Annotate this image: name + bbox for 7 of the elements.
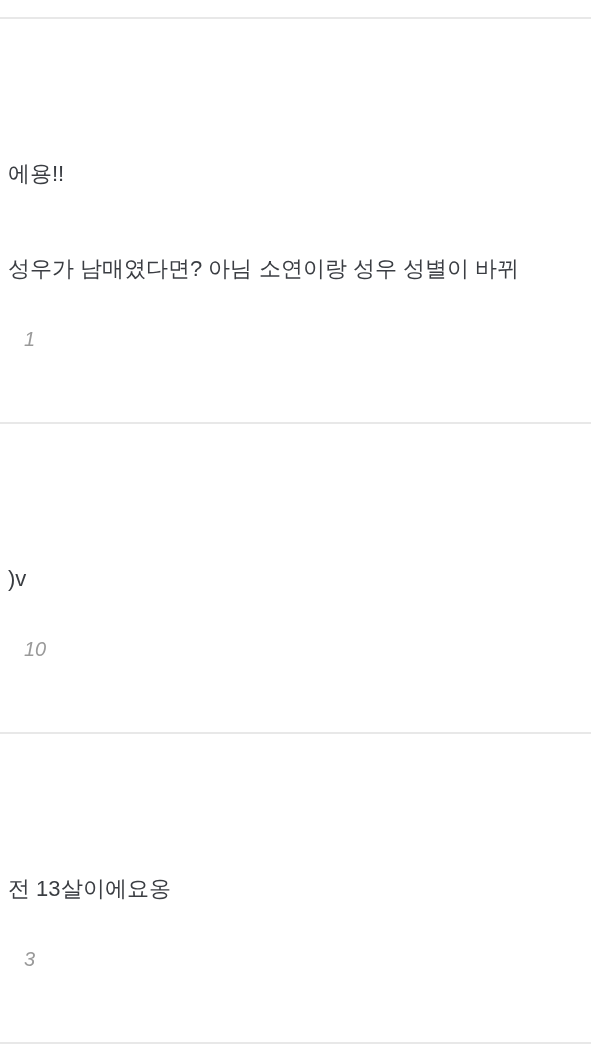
comment-count: 3 xyxy=(23,947,36,972)
post-excerpt: 성우가 남매였다면? 아님 소연이랑 성우 성별이 바뀌 xyxy=(8,255,519,283)
post-title: )v xyxy=(8,565,27,593)
post-title: 에용!! xyxy=(8,160,65,188)
post-title: 전 13살이에요옹 xyxy=(8,875,171,903)
comment-count: 1 xyxy=(23,327,36,352)
comment-count: 10 xyxy=(23,637,47,662)
